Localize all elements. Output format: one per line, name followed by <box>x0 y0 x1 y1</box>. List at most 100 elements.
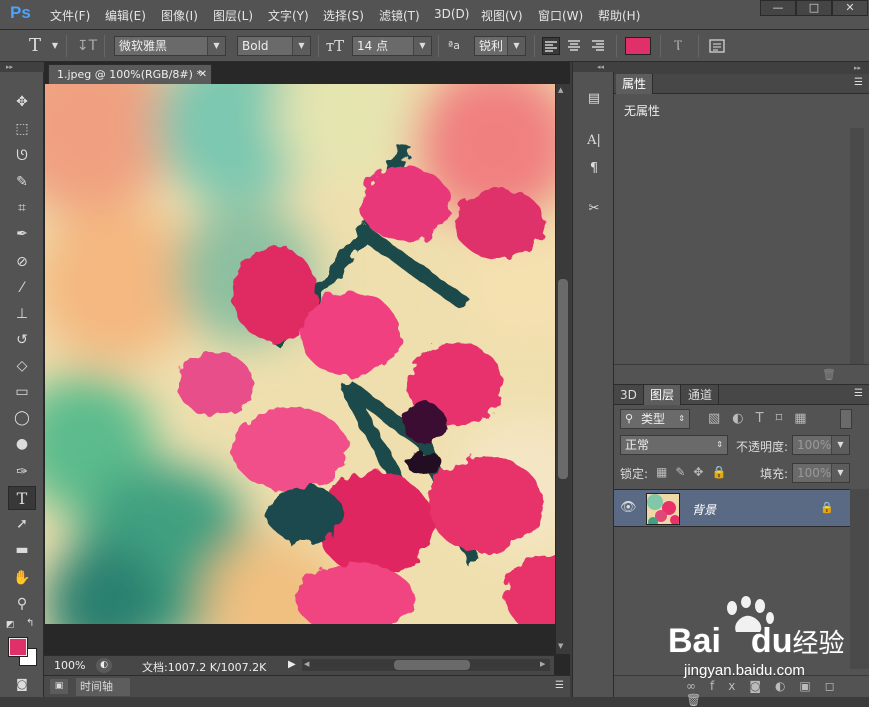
scroll-up-icon[interactable]: ▲ <box>558 86 568 94</box>
eye-icon[interactable]: 👁 <box>620 500 637 515</box>
properties-scrollbar[interactable] <box>850 128 864 364</box>
blur-tool-icon[interactable]: ◯ <box>8 406 36 430</box>
healing-brush-icon[interactable]: ⊘ <box>8 250 36 274</box>
rectangle-tool-icon[interactable]: ▬ <box>8 538 36 562</box>
dodge-tool-icon[interactable]: ● <box>8 432 36 456</box>
scroll-left-icon[interactable]: ◀ <box>304 660 309 668</box>
anti-alias-select[interactable]: 锐利 ▼ <box>474 36 526 56</box>
lock-icons[interactable]: ▦✎✥🔒 <box>656 465 734 479</box>
restore-button[interactable]: □ <box>796 0 832 16</box>
path-selection-icon[interactable]: ➚ <box>8 512 36 536</box>
timeline-icon[interactable]: ▣ <box>50 679 68 694</box>
font-size-select[interactable]: 14 点 ▼ <box>352 36 432 56</box>
horizontal-scrollbar[interactable]: ◀ ▶ <box>302 659 550 671</box>
scrollbar-thumb[interactable] <box>558 279 568 479</box>
lock-icon: 🔒 <box>820 501 834 514</box>
align-left-icon[interactable] <box>542 37 560 55</box>
tab-channels[interactable]: 通道 <box>682 385 720 405</box>
paragraph-panel-icon[interactable]: ¶ <box>581 158 607 180</box>
quick-mask-icon[interactable]: ◙ <box>8 672 36 696</box>
document-tab[interactable]: 1.jpeg @ 100%(RGB/8#) * ✕ <box>48 64 212 84</box>
quick-selection-icon[interactable]: ✎ <box>8 170 36 194</box>
close-button[interactable]: ✕ <box>832 0 868 16</box>
menu-file[interactable]: 文件(F) <box>50 7 90 24</box>
status-menu-arrow-icon[interactable]: ▶ <box>288 659 296 670</box>
layer-row[interactable]: 👁 背景 🔒 <box>614 489 850 527</box>
document-info: 文档:1007.2 K/1007.2K <box>142 661 267 674</box>
hscroll-thumb[interactable] <box>394 660 470 670</box>
menu-type[interactable]: 文字(Y) <box>268 7 309 24</box>
scroll-right-icon[interactable]: ▶ <box>540 660 545 668</box>
default-colors-icon[interactable]: ◩ <box>6 620 16 630</box>
scroll-down-icon[interactable]: ▼ <box>558 642 568 650</box>
zoom-level[interactable]: 100% <box>54 659 85 672</box>
canvas-image[interactable] <box>45 84 555 624</box>
type-tool-icon[interactable]: T <box>8 486 36 510</box>
warp-text-icon[interactable]: Ⲧ <box>668 36 688 56</box>
history-brush-icon[interactable]: ↺ <box>8 328 36 352</box>
pen-tool-icon[interactable]: ✑ <box>8 460 36 484</box>
menu-filter[interactable]: 滤镜(T) <box>379 7 420 24</box>
panel-menu-icon[interactable]: ☰ <box>854 77 863 88</box>
swap-colors-icon[interactable]: ↰ <box>26 618 38 630</box>
trash-icon[interactable]: 🗑 <box>822 368 836 381</box>
opacity-input[interactable]: 100% ▼ <box>792 435 850 455</box>
character-panel-icon[interactable]: A| <box>581 130 607 152</box>
lasso-tool-icon[interactable]: ᘎ <box>8 144 36 168</box>
brush-tool-icon[interactable]: ⁄ <box>8 276 36 300</box>
history-panel-icon[interactable]: ▤ <box>581 88 607 110</box>
anti-alias-icon: ªa <box>448 39 460 52</box>
blend-mode-select[interactable]: 正常 ⇕ <box>620 435 728 455</box>
eyedropper-icon[interactable]: ✒ <box>8 222 36 246</box>
menu-image[interactable]: 图像(I) <box>161 7 198 24</box>
character-panel-icon[interactable] <box>708 37 728 55</box>
close-tab-icon[interactable]: ✕ <box>199 65 207 84</box>
layer-filter-select[interactable]: ⚲ 类型 ⇕ <box>620 409 690 429</box>
align-center-icon[interactable] <box>566 37 584 55</box>
text-orientation-icon[interactable]: ↧T <box>76 36 98 56</box>
zoom-tool-icon[interactable]: ⚲ <box>8 592 36 616</box>
options-bar: T ▼ ↧T 微软雅黑 ▼ Bold ▼ ᴛT 14 点 ▼ ªa 锐利 ▼ Ⲧ <box>0 30 869 62</box>
font-family-select[interactable]: 微软雅黑 ▼ <box>114 36 226 56</box>
move-tool-icon[interactable]: ✥ <box>8 90 36 114</box>
layer-name[interactable]: 背景 <box>692 501 716 518</box>
tool-presets-icon[interactable]: ✂ <box>581 198 607 220</box>
text-color-swatch[interactable] <box>625 37 651 55</box>
collapse-arrows-icon[interactable]: ▸▸ <box>854 62 861 74</box>
status-bar: 100% ◐ 文档:1007.2 K/1007.2K ▶ ◀ ▶ <box>44 655 554 675</box>
align-right-icon[interactable] <box>590 37 608 55</box>
eraser-tool-icon[interactable]: ◇ <box>8 354 36 378</box>
stamp-tool-icon[interactable]: ⊥ <box>8 302 36 326</box>
vertical-scrollbar[interactable]: ▲ ▼ <box>556 84 570 654</box>
foreground-color-swatch[interactable] <box>8 637 28 657</box>
tab-timeline[interactable]: 时间轴 <box>76 678 130 696</box>
menu-window[interactable]: 窗口(W) <box>538 7 583 24</box>
hand-tool-icon[interactable]: ✋ <box>8 566 36 590</box>
panel-menu-icon[interactable]: ☰ <box>555 680 564 691</box>
collapse-arrows-icon[interactable]: ▸▸ <box>0 62 44 72</box>
flower-photo <box>45 84 555 624</box>
minimize-button[interactable]: — <box>760 0 796 16</box>
layer-filter-icons[interactable]: ▧◐T⌑▦ <box>708 411 819 426</box>
menu-bar: Ps 文件(F) 编辑(E) 图像(I) 图层(L) 文字(Y) 选择(S) 滤… <box>0 0 869 30</box>
tab-layers[interactable]: 图层 <box>644 385 682 405</box>
menu-3d[interactable]: 3D(D) <box>434 7 469 21</box>
text-tool-preset-icon[interactable]: T <box>24 36 46 56</box>
menu-select[interactable]: 选择(S) <box>323 7 364 24</box>
menu-help[interactable]: 帮助(H) <box>598 7 640 24</box>
tab-3d[interactable]: 3D <box>614 385 644 405</box>
share-icon[interactable]: ◐ <box>96 658 112 673</box>
fill-input[interactable]: 100% ▼ <box>792 463 850 483</box>
panel-menu-icon[interactable]: ☰ <box>854 388 863 399</box>
gradient-tool-icon[interactable]: ▭ <box>8 380 36 404</box>
menu-edit[interactable]: 编辑(E) <box>105 7 146 24</box>
preset-dropdown-icon[interactable]: ▼ <box>50 36 60 56</box>
crop-tool-icon[interactable]: ⌗ <box>8 196 36 220</box>
filter-toggle[interactable] <box>840 409 852 429</box>
menu-view[interactable]: 视图(V) <box>481 7 523 24</box>
tab-properties[interactable]: 属性 <box>616 74 654 94</box>
marquee-tool-icon[interactable]: ⬚ <box>8 117 36 141</box>
font-style-select[interactable]: Bold ▼ <box>237 36 311 56</box>
menu-layer[interactable]: 图层(L) <box>213 7 253 24</box>
expand-arrows-icon[interactable]: ◂◂ <box>573 62 615 72</box>
